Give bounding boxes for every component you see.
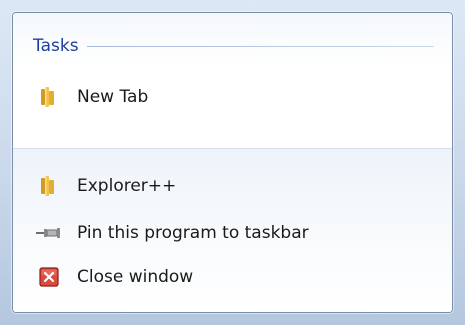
explorer-plus-plus-item[interactable]: Explorer++ xyxy=(35,171,415,201)
close-window-label: Close window xyxy=(77,267,194,287)
folder-icon xyxy=(35,84,63,110)
close-window-item[interactable]: Close window xyxy=(35,262,415,292)
pin-to-taskbar-item[interactable]: Pin this program to taskbar xyxy=(35,218,415,248)
tasks-heading: Tasks xyxy=(33,36,79,56)
tasks-heading-rule xyxy=(86,45,434,47)
explorer-plus-plus-label: Explorer++ xyxy=(77,176,177,196)
new-tab-label: New Tab xyxy=(77,87,149,107)
pin-icon xyxy=(35,220,63,246)
folder-icon xyxy=(35,173,63,199)
jump-list-menu: Tasks New Tab Explorer++ Pin this progra… xyxy=(12,12,453,313)
tasks-section xyxy=(13,13,452,149)
close-window-icon xyxy=(35,264,63,290)
tasks-header: Tasks xyxy=(33,35,434,57)
new-tab-item[interactable]: New Tab xyxy=(35,82,415,112)
pin-to-taskbar-label: Pin this program to taskbar xyxy=(77,223,309,243)
